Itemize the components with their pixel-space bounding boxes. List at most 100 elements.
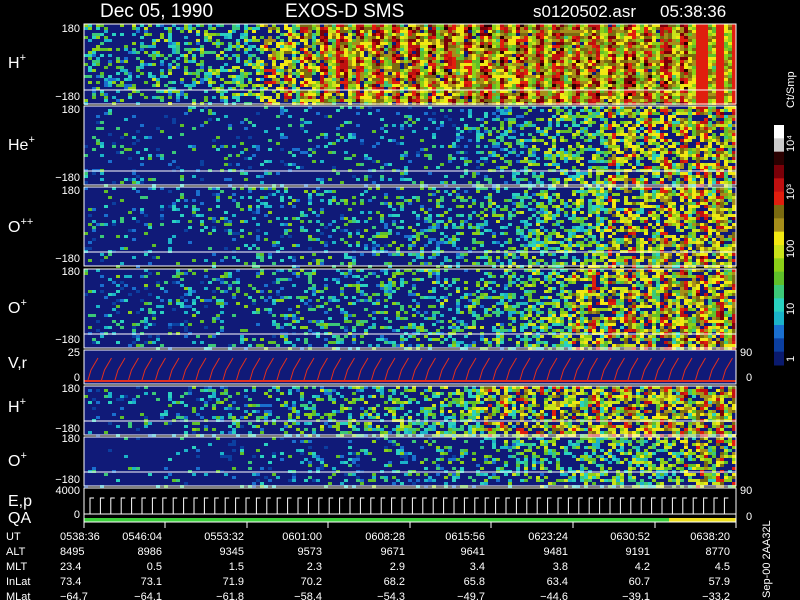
heatmap-cell — [412, 75, 416, 78]
heatmap-cell — [716, 166, 720, 169]
heatmap-cell — [452, 48, 456, 51]
heatmap-cell — [440, 27, 444, 30]
heatmap-cell — [472, 39, 476, 42]
heatmap-cell — [140, 124, 144, 127]
y-tick-labels: 180 −180 180 −180 180 −180 180 −180 25 0… — [55, 23, 80, 521]
heatmap-cell — [184, 36, 188, 39]
heatmap-cell — [588, 30, 592, 33]
heatmap-cell — [484, 60, 488, 63]
heatmap-cell — [548, 178, 552, 181]
heatmap-cell — [608, 112, 612, 115]
heatmap-cell — [636, 36, 640, 39]
heatmap-cell — [436, 27, 440, 30]
heatmap-cell — [648, 151, 652, 154]
heatmap-cell — [284, 99, 288, 102]
heatmap-cell — [612, 30, 616, 33]
heatmap-cell — [172, 51, 176, 54]
heatmap-cell — [136, 69, 140, 72]
heatmap-cell — [96, 36, 100, 39]
heatmap-cell — [412, 60, 416, 63]
heatmap-cell — [664, 48, 668, 51]
heatmap-cell — [172, 118, 176, 121]
heatmap-cell — [636, 33, 640, 36]
heatmap-cell — [720, 121, 724, 124]
heatmap-cell — [532, 51, 536, 54]
heatmap-cell — [104, 27, 108, 30]
heatmap-cell — [180, 78, 184, 81]
heatmap-cell — [568, 84, 572, 87]
heatmap-cell — [608, 160, 612, 163]
heatmap-cell — [176, 99, 180, 102]
heatmap-cell — [728, 66, 732, 69]
heatmap-cell — [596, 130, 600, 133]
heatmap-cell — [708, 72, 712, 75]
heatmap-cell — [676, 60, 680, 63]
heatmap-cell — [620, 63, 624, 66]
heatmap-cell — [540, 93, 544, 96]
heatmap-cell — [196, 48, 200, 51]
heatmap-cell — [544, 60, 548, 63]
heatmap-cell — [732, 96, 736, 99]
heatmap-cell — [368, 45, 372, 48]
heatmap-cell — [732, 160, 736, 163]
heatmap-cell — [692, 51, 696, 54]
heatmap-cell — [512, 172, 516, 175]
heatmap-cell — [496, 78, 500, 81]
heatmap-cell — [368, 84, 372, 87]
heatmap-cell — [520, 45, 524, 48]
heatmap-cell — [724, 121, 728, 124]
heatmap-cell — [540, 175, 544, 178]
heatmap-cell — [340, 96, 344, 99]
heatmap-cell — [724, 160, 728, 163]
heatmap-cell — [708, 181, 712, 184]
heatmap-cell — [196, 30, 200, 33]
heatmap-cell — [596, 154, 600, 157]
heatmap-cell — [528, 139, 532, 142]
heatmap-cell — [584, 69, 588, 72]
heatmap-cell — [340, 72, 344, 75]
heatmap-cell — [444, 84, 448, 87]
heatmap-cell — [524, 178, 528, 181]
heatmap-cell — [532, 69, 536, 72]
heatmap-cell — [560, 99, 564, 102]
heatmap-cell — [520, 75, 524, 78]
heatmap-cell — [520, 48, 524, 51]
heatmap-cell — [352, 39, 356, 42]
heatmap-cell — [296, 42, 300, 45]
heatmap-cell — [480, 39, 484, 42]
heatmap-cell — [724, 124, 728, 127]
heatmap-cell — [580, 175, 584, 178]
heatmap-cell — [136, 75, 140, 78]
heatmap-cell — [132, 115, 136, 118]
heatmap-cell — [92, 208, 96, 211]
heatmap-cell — [600, 118, 604, 121]
heatmap-cell — [404, 69, 408, 72]
heatmap-cell — [728, 75, 732, 78]
heatmap-cell — [540, 36, 544, 39]
heatmap-cell — [360, 139, 364, 142]
heatmap-cell — [100, 93, 104, 96]
heatmap-cell — [700, 96, 704, 99]
heatmap-cell — [372, 48, 376, 51]
heatmap-cell — [344, 42, 348, 45]
heatmap-cell — [432, 133, 436, 136]
heatmap-cell — [616, 57, 620, 60]
heatmap-cell — [136, 27, 140, 30]
heatmap-cell — [648, 60, 652, 63]
heatmap-cell — [712, 84, 716, 87]
heatmap-cell — [516, 36, 520, 39]
heatmap-cell — [556, 151, 560, 154]
heatmap-cell — [468, 27, 472, 30]
heatmap-cell — [180, 54, 184, 57]
heatmap-cell — [200, 54, 204, 57]
heatmap-cell — [616, 36, 620, 39]
heatmap-cell — [660, 136, 664, 139]
heatmap-cell — [276, 30, 280, 33]
heatmap-cell — [476, 72, 480, 75]
heatmap-cell — [512, 72, 516, 75]
heatmap-cell — [316, 57, 320, 60]
heatmap-cell — [364, 99, 368, 102]
heatmap-cell — [396, 39, 400, 42]
heatmap-cell — [236, 84, 240, 87]
heatmap-cell — [352, 48, 356, 51]
